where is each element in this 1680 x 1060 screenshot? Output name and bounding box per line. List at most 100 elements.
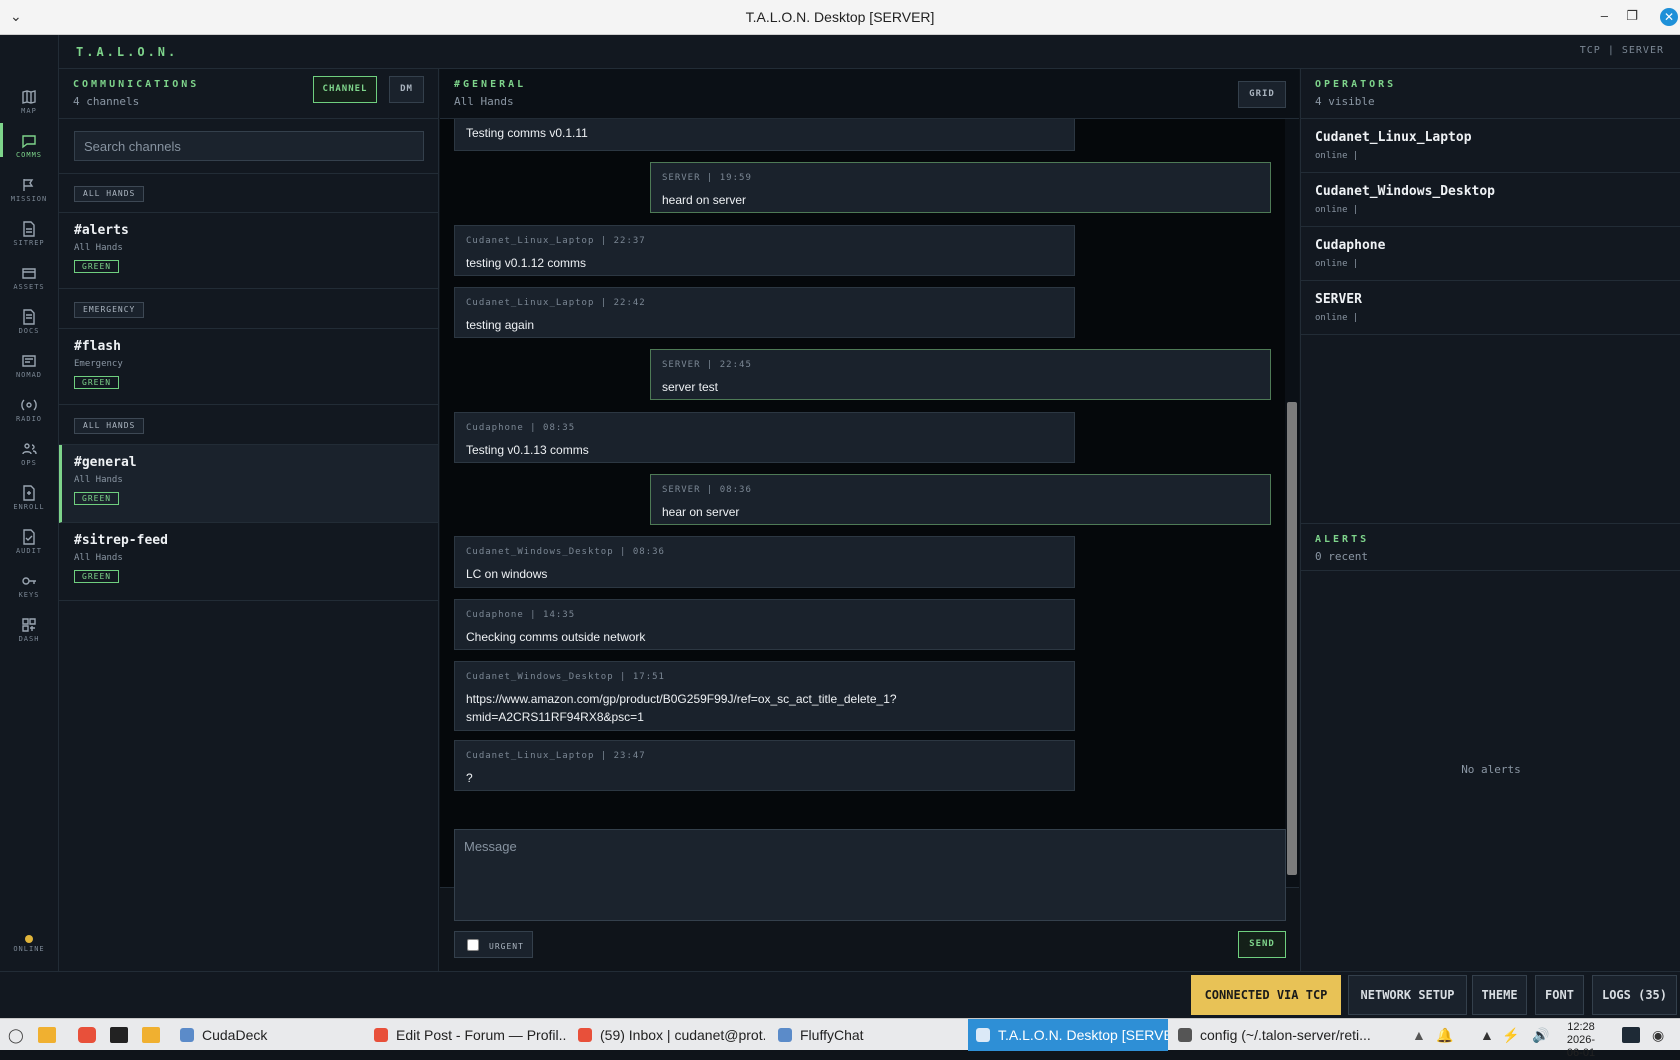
power-icon[interactable]: ⚡ [1502, 1027, 1519, 1044]
connection-status-button[interactable]: CONNECTED VIA TCP [1191, 975, 1341, 1015]
message-input[interactable] [454, 829, 1286, 921]
channel-category: All Hands [74, 553, 123, 563]
channel-button[interactable]: CHANNEL [313, 76, 377, 103]
shield-icon[interactable]: ▲ [1412, 1027, 1426, 1043]
channel-item-alerts[interactable]: #alerts All Hands GREEN [59, 213, 438, 289]
report-icon [23, 221, 35, 237]
clock-date: 2026-06-01 [1566, 1034, 1596, 1059]
nav-label: COMMS [15, 151, 43, 159]
radio-icon [21, 399, 37, 411]
channel-search-input[interactable] [74, 131, 424, 161]
nav-item-sitrep[interactable]: SITREP [0, 207, 58, 251]
notification-bell-icon[interactable]: 🔔 [1436, 1027, 1453, 1044]
nav-label: ENROLL [13, 503, 45, 511]
key-icon [22, 577, 36, 585]
message-item[interactable]: Testing comms v0.1.11 [454, 119, 1075, 151]
chat-channel-subtitle: All Hands [454, 95, 514, 108]
message-body: ? [466, 771, 473, 785]
message-item[interactable]: Cudaphone | 14:35 Checking comms outside … [454, 599, 1075, 650]
taskbar-item[interactable]: (59) Inbox | cudanet@prot... [570, 1019, 765, 1051]
operator-status: online | [1315, 259, 1359, 269]
channel-item-general[interactable]: #general All Hands GREEN [59, 445, 438, 523]
message-item[interactable]: Cudanet_Linux_Laptop | 23:47? [454, 740, 1075, 791]
message-item[interactable]: SERVER | 08:36 hear on server [650, 474, 1271, 525]
nav-item-audit[interactable]: AUDIT [0, 515, 58, 559]
terminal-icon[interactable] [110, 1027, 128, 1043]
network-setup-button[interactable]: NETWORK SETUP [1348, 975, 1467, 1015]
channel-item-flash[interactable]: #flash Emergency GREEN [59, 329, 438, 405]
message-item[interactable]: Cudanet_Linux_Laptop | 22:37 testing v0.1… [454, 225, 1075, 276]
taskbar-item[interactable]: CudaDeck [172, 1019, 342, 1051]
files-icon[interactable] [38, 1027, 56, 1043]
taskbar-item[interactable]: FluffyChat [770, 1019, 960, 1051]
nav-label: OPS [21, 459, 37, 467]
operator-item[interactable]: Cudanet_Windows_Desktop online | [1301, 173, 1680, 227]
nav-item-mission[interactable]: MISSION [0, 163, 58, 207]
channel-name: #sitrep-feed [74, 533, 168, 548]
nav-item-map[interactable]: MAP [0, 75, 58, 119]
nav-item-keys[interactable]: KEYS [0, 559, 58, 603]
taskbar-item[interactable]: T.A.L.O.N. Desktop [SERVER] [968, 1019, 1168, 1051]
message-meta: Cudaphone | 14:35 [466, 610, 576, 620]
message-meta: Cudanet_Windows_Desktop | 08:36 [466, 547, 665, 557]
nav-item-enroll[interactable]: ENROLL [0, 471, 58, 515]
online-indicator: ONLINE [0, 935, 58, 953]
volume-icon[interactable]: 🔊 [1532, 1027, 1549, 1044]
message-item[interactable]: Cudaphone | 08:35 Testing v0.1.13 comms [454, 412, 1075, 463]
channel-item-sitrep-feed[interactable]: #sitrep-feed All Hands GREEN [59, 523, 438, 601]
alerts-count: 0 recent [1315, 550, 1368, 563]
browser-icon[interactable] [78, 1027, 96, 1043]
message-item[interactable]: Cudanet_Windows_Desktop | 08:36 LC on win… [454, 536, 1075, 588]
operator-item[interactable]: Cudaphone online | [1301, 227, 1680, 281]
close-icon[interactable]: ✕ [1660, 8, 1678, 26]
scrollbar-thumb[interactable] [1287, 402, 1297, 875]
taskbar-item[interactable]: config (~/.talon-server/reti... [1170, 1019, 1400, 1051]
app-tray-icon[interactable] [1622, 1027, 1640, 1043]
nav-item-ops[interactable]: OPS [0, 427, 58, 471]
message-meta: Cudaphone | 08:35 [466, 423, 576, 433]
online-label: ONLINE [13, 945, 45, 953]
message-list[interactable]: Testing comms v0.1.11 SERVER | 19:59 heard… [440, 119, 1285, 887]
message-item[interactable]: SERVER | 19:59 heard on server [650, 162, 1271, 213]
operator-item[interactable]: SERVER online | [1301, 281, 1680, 335]
minimize-icon[interactable]: – [1601, 8, 1608, 23]
taskbar-item[interactable]: Edit Post - Forum — Profil... [366, 1019, 566, 1051]
message-item[interactable]: SERVER | 22:45 server test [650, 349, 1271, 400]
nav-item-comms[interactable]: COMMS [0, 119, 58, 163]
restore-icon[interactable]: ❐ [1626, 8, 1638, 24]
grid-button[interactable]: GRID [1238, 81, 1286, 108]
nav-item-docs[interactable]: DOCS [0, 295, 58, 339]
logs-button[interactable]: LOGS (35) [1592, 975, 1677, 1015]
message-scrollbar[interactable] [1285, 119, 1299, 887]
bug-icon[interactable]: ◉ [1652, 1027, 1664, 1044]
message-item[interactable]: Cudanet_Linux_Laptop | 22:42 testing agai… [454, 287, 1075, 338]
channel-category: All Hands [74, 243, 123, 253]
status-badge: GREEN [74, 492, 120, 505]
dm-button[interactable]: DM [389, 76, 424, 103]
network-icon[interactable]: ▲ [1480, 1027, 1494, 1043]
theme-button[interactable]: THEME [1472, 975, 1527, 1015]
nav-item-nomad[interactable]: NOMAD [0, 339, 58, 383]
operator-item[interactable]: Cudanet_Linux_Laptop online | [1301, 119, 1680, 173]
start-menu-icon[interactable]: ◯ [8, 1027, 24, 1044]
nav-item-assets[interactable]: ASSETS [0, 251, 58, 295]
alerts-title: ALERTS [1315, 534, 1370, 545]
users-icon [22, 443, 37, 455]
operator-name: Cudanet_Windows_Desktop [1315, 184, 1496, 199]
clock[interactable]: 12:28 2026-06-01 [1560, 1021, 1602, 1060]
window-icon [180, 1028, 194, 1042]
send-button[interactable]: SEND [1238, 931, 1286, 958]
nav-item-radio[interactable]: RADIO [0, 383, 58, 427]
message-body: server test [662, 380, 719, 394]
font-button[interactable]: FONT [1535, 975, 1584, 1015]
status-badge: GREEN [74, 260, 120, 273]
map-icon [22, 90, 36, 104]
window-titlebar: ⌄ T.A.L.O.N. Desktop [SERVER] – ❐ ✕ [0, 0, 1680, 35]
operators-header: OPERATORS 4 visible [1301, 69, 1680, 119]
urgent-checkbox[interactable] [467, 939, 479, 951]
message-item[interactable]: Cudanet_Windows_Desktop | 17:51 https://w… [454, 661, 1075, 731]
urgent-toggle[interactable]: URGENT [454, 931, 533, 958]
folder-icon[interactable] [142, 1027, 160, 1043]
message-meta: SERVER | 08:36 [662, 485, 752, 495]
nav-item-dash[interactable]: DASH [0, 603, 58, 647]
